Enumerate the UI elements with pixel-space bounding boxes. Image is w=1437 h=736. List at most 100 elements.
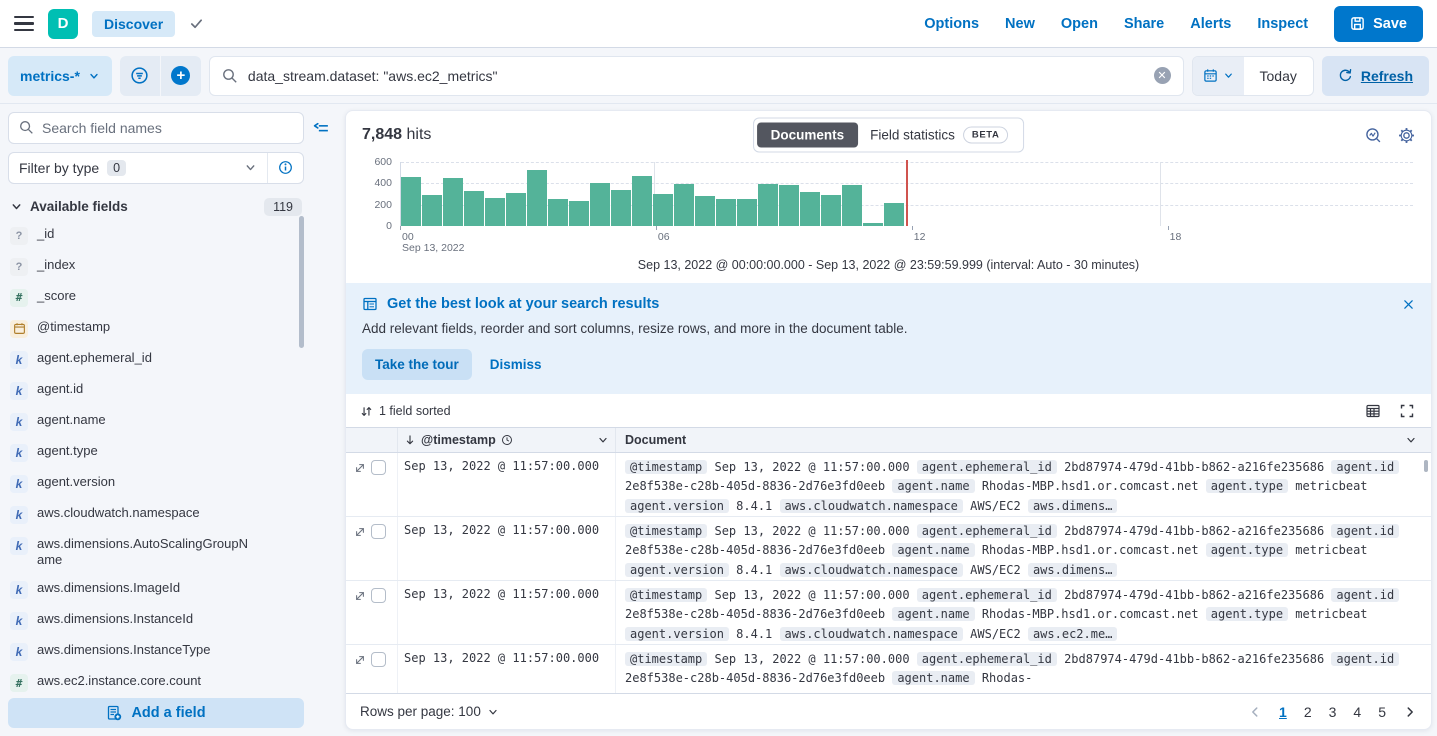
- document-grid: @timestamp Document: [346, 427, 1431, 693]
- field-item-agent.id[interactable]: k agent.id: [8, 375, 304, 406]
- menu-icon[interactable]: [14, 16, 34, 32]
- chevron-down-icon: [244, 161, 257, 174]
- timestamp-column-header[interactable]: @timestamp: [398, 428, 616, 452]
- field-item-aws.ec2.instance.core.count[interactable]: # aws.ec2.instance.core.count: [8, 667, 304, 698]
- date-range-label[interactable]: Today: [1244, 57, 1313, 95]
- grid-footer: Rows per page: 100 1 2 34 5: [346, 693, 1431, 729]
- saved-query-menu-button[interactable]: [120, 56, 160, 96]
- query-bar: metrics-* + ✕ Today: [0, 48, 1437, 104]
- field-chip: aws.ec2.me…: [1028, 627, 1117, 641]
- histogram-plot[interactable]: [400, 162, 1413, 226]
- tab-documents[interactable]: Documents: [757, 123, 859, 148]
- clear-query-icon[interactable]: ✕: [1154, 67, 1171, 84]
- number-field-icon: #: [10, 289, 28, 307]
- chevron-down-icon: [487, 706, 499, 718]
- field-item-agent.name[interactable]: k agent.name: [8, 406, 304, 437]
- row-checkbox[interactable]: [371, 460, 386, 475]
- row-checkbox[interactable]: [371, 588, 386, 603]
- rows-per-page-button[interactable]: Rows per page: 100: [360, 704, 499, 719]
- field-item-aws.dimensions.ImageId[interactable]: k aws.dimensions.ImageId: [8, 574, 304, 605]
- save-button[interactable]: Save: [1334, 6, 1423, 42]
- field-item-aws.dimensions.AutoScalingGroupName[interactable]: k aws.dimensions.AutoScalingGroupName: [8, 530, 304, 575]
- app-logo[interactable]: D: [48, 9, 78, 39]
- unknown-field-icon: ?: [10, 227, 28, 245]
- query-input[interactable]: [248, 68, 1144, 84]
- y-tick-label: 400: [362, 177, 392, 189]
- field-item-aws.dimensions.InstanceId[interactable]: k aws.dimensions.InstanceId: [8, 605, 304, 636]
- expand-row-icon[interactable]: [354, 526, 366, 538]
- chevron-down-icon[interactable]: [1405, 434, 1417, 446]
- field-search-input[interactable]: [42, 120, 293, 136]
- expand-row-icon[interactable]: [354, 654, 366, 666]
- chevron-left-icon[interactable]: [1248, 705, 1262, 719]
- breadcrumb[interactable]: Discover: [92, 11, 175, 37]
- add-field-button[interactable]: Add a field: [8, 698, 304, 728]
- field-item-agent.ephemeral_id[interactable]: k agent.ephemeral_id: [8, 344, 304, 375]
- refresh-button[interactable]: Refresh: [1322, 56, 1429, 96]
- histogram-chart[interactable]: 6004002000 00Sep 13, 2022061218: [362, 159, 1415, 251]
- page-number-3[interactable]: 3: [1329, 704, 1337, 720]
- expand-row-icon[interactable]: [354, 462, 366, 474]
- page-number-1[interactable]: 1: [1279, 704, 1287, 720]
- nav-link-new[interactable]: New: [1005, 16, 1035, 32]
- row-checkbox[interactable]: [371, 524, 386, 539]
- data-view-selector[interactable]: metrics-*: [8, 56, 112, 96]
- field-item-_index[interactable]: ? _index: [8, 251, 304, 282]
- field-item-agent.type[interactable]: k agent.type: [8, 437, 304, 468]
- tab-field-statistics[interactable]: Field statistics BETA: [858, 122, 1020, 149]
- close-icon[interactable]: [1402, 298, 1415, 311]
- add-filter-button[interactable]: +: [161, 56, 201, 96]
- page-number-5[interactable]: 5: [1378, 704, 1386, 720]
- page-number-4[interactable]: 4: [1353, 704, 1361, 720]
- gear-icon[interactable]: [1398, 127, 1415, 144]
- dismiss-button[interactable]: Dismiss: [490, 357, 542, 372]
- nav-link-open[interactable]: Open: [1061, 16, 1098, 32]
- field-chip: agent.version: [625, 627, 729, 641]
- chevron-down-icon[interactable]: [597, 434, 609, 446]
- sidebar-scrollbar[interactable]: [299, 216, 304, 348]
- callout-body: Add relevant fields, reorder and sort co…: [362, 321, 1415, 336]
- top-navigation: D Discover Options New Open Share Alerts Insp…: [0, 0, 1437, 48]
- field-item-agent.version[interactable]: k agent.version: [8, 468, 304, 499]
- grid-scrollbar[interactable]: [1424, 460, 1428, 472]
- table-row: Sep 13, 2022 @ 11:57:00.000 @timestamp S…: [346, 645, 1431, 693]
- nav-link-alerts[interactable]: Alerts: [1190, 16, 1231, 32]
- sorted-fields-button[interactable]: 1 field sorted: [360, 404, 451, 418]
- keyword-field-icon: k: [10, 537, 28, 555]
- collapse-sidebar-icon[interactable]: [313, 120, 330, 137]
- grid-display-icon[interactable]: [1365, 403, 1381, 419]
- field-item-_score[interactable]: # _score: [8, 282, 304, 313]
- check-icon: [189, 16, 204, 31]
- field-item-_id[interactable]: ? _id: [8, 220, 304, 251]
- histogram-bar: [464, 191, 484, 226]
- field-chip: agent.ephemeral_id: [917, 652, 1057, 666]
- nav-link-inspect[interactable]: Inspect: [1257, 16, 1308, 32]
- document-column-header[interactable]: Document: [616, 428, 1431, 452]
- date-picker-button[interactable]: [1193, 57, 1244, 95]
- table-icon: [362, 296, 378, 312]
- filter-by-type-dropdown[interactable]: Filter by type 0: [9, 153, 267, 183]
- field-name: aws.ec2.instance.core.count: [37, 673, 201, 689]
- field-item-aws.cloudwatch.namespace[interactable]: k aws.cloudwatch.namespace: [8, 499, 304, 530]
- nav-link-share[interactable]: Share: [1124, 16, 1164, 32]
- chevron-right-icon[interactable]: [1403, 705, 1417, 719]
- take-the-tour-button[interactable]: Take the tour: [362, 349, 472, 380]
- field-item-aws.dimensions.InstanceType[interactable]: k aws.dimensions.InstanceType: [8, 636, 304, 667]
- fullscreen-icon[interactable]: [1399, 403, 1415, 419]
- field-name: _index: [37, 257, 75, 273]
- nav-menu: Options New Open Share Alerts Inspect: [924, 16, 1308, 32]
- field-chip: @timestamp: [625, 652, 707, 666]
- field-chip: agent.ephemeral_id: [917, 588, 1057, 602]
- pagination: 1 2 34 5: [1248, 704, 1417, 720]
- chart-options-icon[interactable]: [1365, 127, 1382, 144]
- field-chip: agent.id: [1331, 588, 1399, 602]
- row-checkbox[interactable]: [371, 652, 386, 667]
- grid-rows: Sep 13, 2022 @ 11:57:00.000 @timestamp S…: [346, 453, 1431, 693]
- field-item-@timestamp[interactable]: @timestamp: [8, 313, 304, 344]
- field-chip: agent.name: [892, 607, 974, 621]
- expand-row-icon[interactable]: [354, 590, 366, 602]
- nav-link-options[interactable]: Options: [924, 16, 979, 32]
- page-number-2[interactable]: 2: [1304, 704, 1312, 720]
- field-filter-info-button[interactable]: [267, 153, 303, 183]
- available-fields-header[interactable]: Available fields 119: [10, 198, 302, 216]
